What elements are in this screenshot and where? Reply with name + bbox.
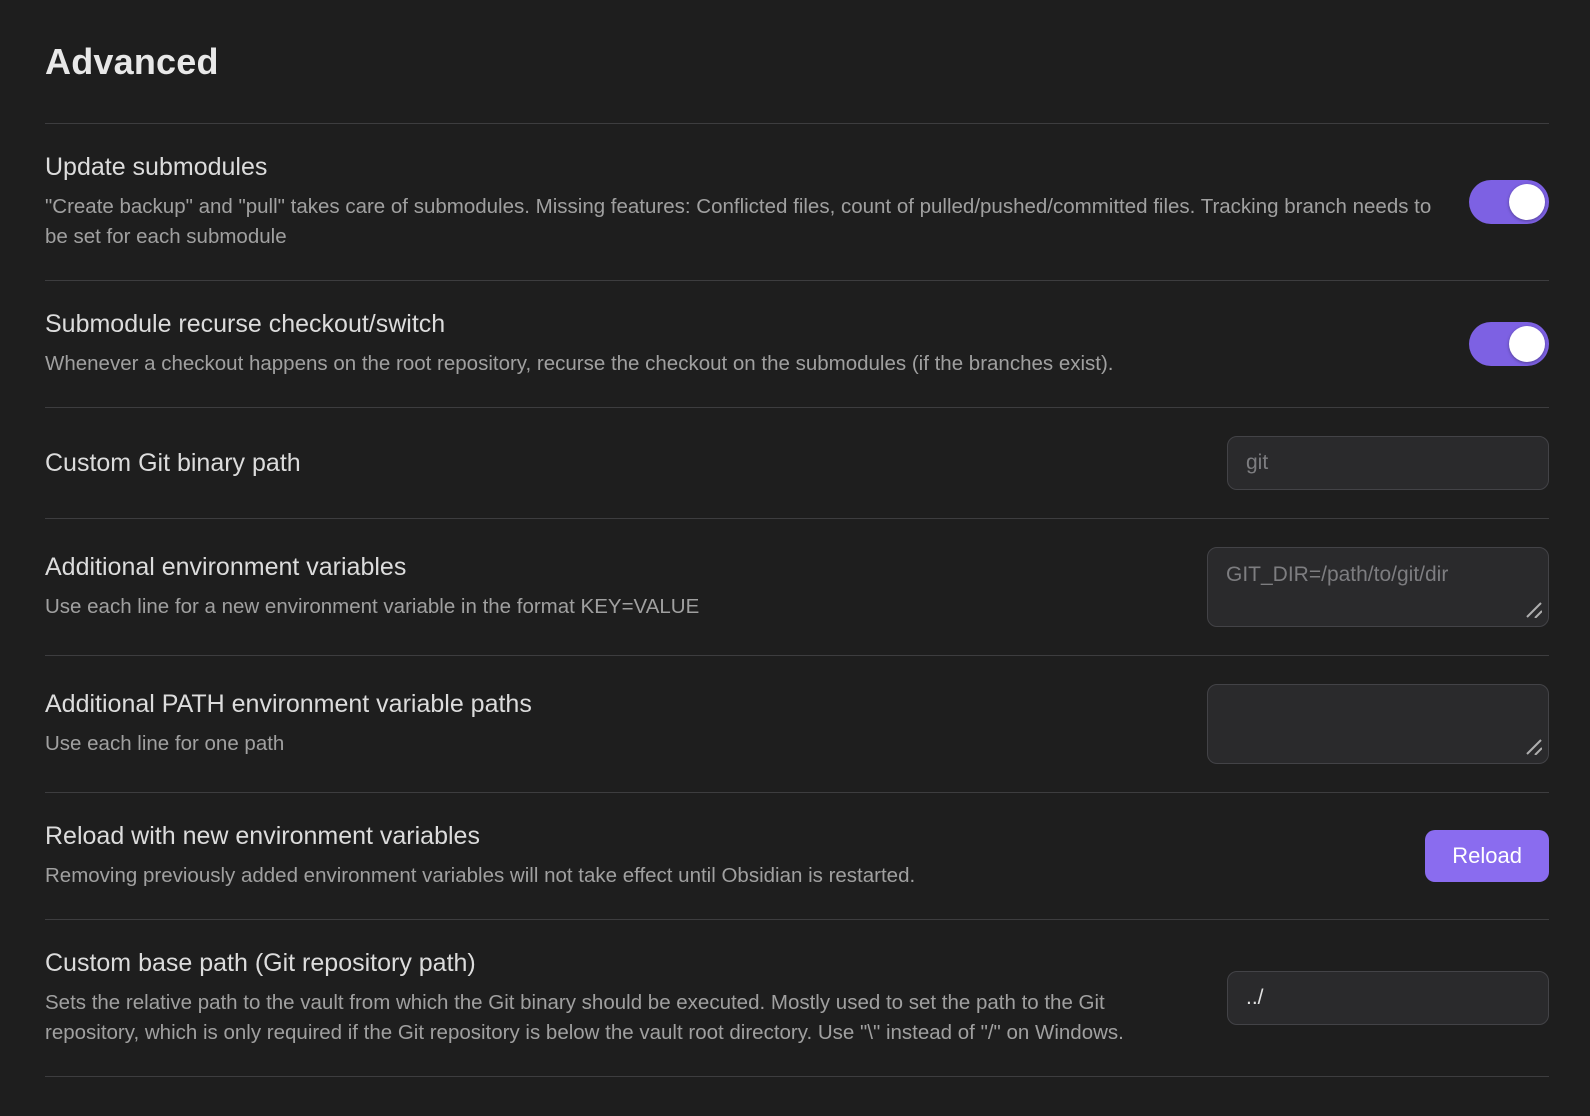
setting-info: Update submodules "Create backup" and "p… [45,152,1443,252]
submodule-recurse-toggle[interactable] [1469,322,1549,366]
setting-item-reload-env: Reload with new environment variables Re… [45,792,1549,919]
git-binary-path-input[interactable] [1227,436,1549,490]
setting-item-submodule-recurse: Submodule recurse checkout/switch Whenev… [45,280,1549,407]
setting-control [1207,684,1549,764]
setting-info: Custom base path (Git repository path) S… [45,948,1201,1048]
toggle-knob [1509,326,1545,362]
setting-name: Submodule recurse checkout/switch [45,309,1443,340]
toggle-knob [1509,184,1545,220]
setting-control [1207,547,1549,627]
reload-button[interactable]: Reload [1425,830,1549,882]
update-submodules-toggle[interactable] [1469,180,1549,224]
setting-name: Additional PATH environment variable pat… [45,689,1181,720]
setting-name: Reload with new environment variables [45,821,1399,852]
setting-name: Custom Git binary path [45,448,1201,479]
setting-name: Additional environment variables [45,552,1181,583]
textarea-wrap [1207,684,1549,764]
setting-item-update-submodules: Update submodules "Create backup" and "p… [45,123,1549,280]
setting-control [1227,436,1549,490]
setting-name: Custom base path (Git repository path) [45,948,1201,979]
resize-handle-icon[interactable] [1525,738,1542,755]
setting-control [1227,971,1549,1025]
setting-description: Removing previously added environment va… [45,861,1399,891]
base-path-input[interactable] [1227,971,1549,1025]
setting-item-env-variables: Additional environment variables Use eac… [45,518,1549,655]
page-title: Advanced [45,40,1549,83]
env-variables-textarea[interactable] [1207,547,1549,627]
setting-info: Custom Git binary path [45,448,1201,479]
setting-description: Use each line for one path [45,729,1181,759]
textarea-wrap [1207,547,1549,627]
setting-item-git-binary-path: Custom Git binary path [45,407,1549,518]
setting-description: Sets the relative path to the vault from… [45,988,1201,1048]
setting-info: Additional PATH environment variable pat… [45,689,1181,759]
setting-description: Use each line for a new environment vari… [45,592,1181,622]
setting-info: Reload with new environment variables Re… [45,821,1399,891]
setting-item-path-env-paths: Additional PATH environment variable pat… [45,655,1549,792]
setting-control: Reload [1425,830,1549,882]
resize-handle-icon[interactable] [1525,601,1542,618]
bottom-divider [45,1076,1549,1077]
setting-info: Submodule recurse checkout/switch Whenev… [45,309,1443,379]
setting-name: Update submodules [45,152,1443,183]
setting-control [1469,180,1549,224]
path-env-paths-textarea[interactable] [1207,684,1549,764]
setting-item-custom-base-path: Custom base path (Git repository path) S… [45,919,1549,1076]
setting-info: Additional environment variables Use eac… [45,552,1181,622]
setting-control [1469,322,1549,366]
setting-description: "Create backup" and "pull" takes care of… [45,192,1443,252]
setting-description: Whenever a checkout happens on the root … [45,349,1443,379]
